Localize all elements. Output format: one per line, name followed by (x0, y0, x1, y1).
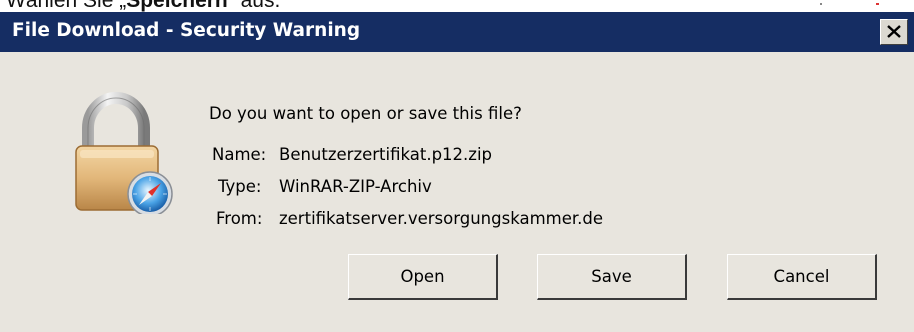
from-label: From: (216, 209, 263, 228)
type-label: Type: (218, 177, 262, 196)
question-text: Do you want to open or save this file? (209, 104, 522, 123)
bg-text-normal: Wählen Sie „ (6, 0, 127, 12)
open-button[interactable]: Open (348, 254, 498, 300)
cancel-button[interactable]: Cancel (727, 254, 877, 300)
padlock-safari-icon (75, 92, 173, 214)
titlebar[interactable]: File Download - Security Warning (0, 12, 914, 52)
background-mark-red (876, 3, 879, 5)
close-icon (887, 25, 901, 38)
file-name-value: Benutzerzertifikat.p12.zip (279, 145, 493, 164)
bg-text-bold: Speichern (126, 0, 228, 12)
name-label: Name: (212, 145, 267, 164)
close-button[interactable] (880, 19, 908, 45)
security-warning-dialog: File Download - Security Warning Do you … (0, 12, 914, 332)
file-source-value: zertifikatserver.versorgungskammer.de (279, 209, 604, 228)
file-type-value: WinRAR-ZIP-Archiv (279, 177, 432, 196)
save-button[interactable]: Save (537, 254, 687, 300)
dialog-title: File Download - Security Warning (12, 20, 361, 41)
bg-text-end: “ aus. (227, 0, 281, 12)
background-mark (820, 3, 822, 5)
